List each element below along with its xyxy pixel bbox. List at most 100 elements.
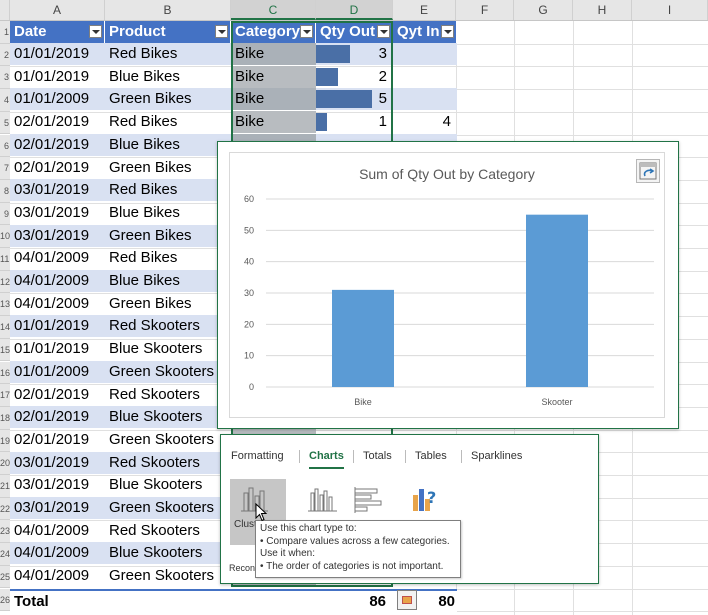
cell-product[interactable]: Blue Bikes (105, 134, 231, 156)
cell-product[interactable]: Green Bikes (105, 157, 231, 179)
row-header[interactable]: 16 (0, 361, 10, 385)
cell-product[interactable]: Green Skooters (105, 497, 231, 519)
row-header[interactable]: 11 (0, 248, 10, 271)
row-header[interactable]: 22 (0, 497, 10, 521)
cell-date[interactable]: 03/01/2019 (10, 474, 105, 496)
cell-category[interactable]: Bike (231, 88, 316, 111)
cell-date[interactable]: 02/01/2019 (10, 429, 105, 451)
row-header[interactable]: 20 (0, 452, 10, 475)
cell-date[interactable]: 04/01/2009 (10, 293, 105, 315)
column-header-f[interactable]: F (456, 0, 514, 20)
row-header[interactable]: 7 (0, 157, 10, 180)
cell-product[interactable]: Red Skooters (105, 315, 231, 337)
recommended-charts-label[interactable]: Recon (229, 563, 255, 573)
header-product[interactable]: Product (105, 21, 231, 43)
tab-formatting[interactable]: Formatting (231, 445, 284, 467)
tab-sparklines[interactable]: Sparklines (471, 445, 522, 467)
total-label[interactable]: Total (10, 591, 105, 613)
filter-dropdown-icon[interactable] (300, 25, 313, 38)
row-header[interactable]: 8 (0, 179, 10, 203)
cell-qty-out[interactable]: 1 (316, 111, 393, 133)
cell-product[interactable]: Blue Skooters (105, 474, 231, 496)
cell-product[interactable]: Green Skooters (105, 429, 231, 451)
cell-product[interactable]: Blue Skooters (105, 338, 231, 360)
tab-charts[interactable]: Charts (309, 445, 344, 469)
column-header-a[interactable]: A (10, 0, 105, 20)
row-header[interactable]: 1 (0, 21, 10, 44)
cell-category[interactable]: Bike (231, 43, 316, 65)
cell-product[interactable]: Green Bikes (105, 293, 231, 315)
cell-date[interactable]: 01/01/2019 (10, 338, 105, 360)
cell-product[interactable]: Red Skooters (105, 520, 231, 542)
row-header[interactable]: 14 (0, 316, 10, 339)
cell-qty-out[interactable]: 3 (316, 43, 393, 65)
cell-product[interactable]: Red Bikes (105, 111, 231, 133)
cell-product[interactable]: Red Bikes (105, 247, 231, 269)
header-category[interactable]: Category (231, 21, 316, 43)
row-header[interactable]: 5 (0, 111, 10, 135)
cell-qty-in[interactable] (393, 43, 457, 65)
cell-product[interactable]: Red Skooters (105, 452, 231, 474)
header-qty-out[interactable]: Qty Out (316, 21, 393, 43)
cell-product[interactable]: Blue Bikes (105, 270, 231, 292)
cell-date[interactable]: 02/01/2019 (10, 406, 105, 428)
cell-date[interactable]: 03/01/2019 (10, 179, 105, 201)
cell-qty-in[interactable]: 4 (393, 111, 457, 133)
cell-date[interactable]: 02/01/2019 (10, 384, 105, 406)
cell-date[interactable]: 01/01/2009 (10, 361, 105, 383)
column-header-d[interactable]: D (316, 0, 393, 20)
column-header-i[interactable]: I (632, 0, 708, 20)
cell-category[interactable]: Bike (231, 65, 316, 88)
filter-dropdown-icon[interactable] (441, 25, 454, 38)
cell-product[interactable]: Green Skooters (105, 361, 231, 383)
header-date[interactable]: Date (10, 21, 105, 43)
column-header-e[interactable]: E (393, 0, 456, 20)
row-header[interactable]: 21 (0, 475, 10, 498)
cell-product[interactable]: Blue Skooters (105, 406, 231, 428)
header-qty-in[interactable]: Qyt In (393, 21, 457, 43)
row-header[interactable]: 9 (0, 202, 10, 226)
cell-date[interactable]: 04/01/2009 (10, 270, 105, 292)
select-all-corner[interactable] (0, 0, 10, 20)
cell-date[interactable]: 04/01/2009 (10, 247, 105, 269)
row-header[interactable]: 23 (0, 520, 10, 544)
row-header[interactable]: 10 (0, 225, 10, 248)
cell-date[interactable]: 02/01/2019 (10, 157, 105, 179)
filter-dropdown-icon[interactable] (89, 25, 102, 38)
cell-date[interactable]: 02/01/2019 (10, 134, 105, 156)
row-header[interactable]: 18 (0, 406, 10, 430)
row-header[interactable]: 13 (0, 293, 10, 317)
column-header-b[interactable]: B (105, 0, 231, 20)
cell-product[interactable]: Blue Bikes (105, 66, 231, 88)
total-qty-out[interactable]: 86 (316, 591, 392, 613)
row-header[interactable]: 12 (0, 270, 10, 294)
cell-date[interactable]: 03/01/2019 (10, 452, 105, 474)
cell-date[interactable]: 04/01/2009 (10, 542, 105, 564)
row-header[interactable]: 2 (0, 43, 10, 67)
row-header[interactable]: 19 (0, 429, 10, 453)
cell-product[interactable]: Blue Bikes (105, 202, 231, 224)
cell-date[interactable]: 01/01/2019 (10, 43, 105, 65)
cell-date[interactable]: 01/01/2019 (10, 315, 105, 337)
column-header-c[interactable]: C (231, 0, 316, 20)
filter-dropdown-icon[interactable] (215, 25, 228, 38)
tab-totals[interactable]: Totals (363, 445, 392, 467)
column-header-g[interactable]: G (514, 0, 573, 20)
row-header[interactable]: 24 (0, 543, 10, 566)
cell-category[interactable]: Bike (231, 111, 316, 134)
row-header[interactable]: 26 (0, 588, 10, 612)
cell-product[interactable]: Blue Skooters (105, 542, 231, 564)
cell-product[interactable]: Red Bikes (105, 43, 231, 65)
column-header-h[interactable]: H (573, 0, 632, 20)
tab-tables[interactable]: Tables (415, 445, 447, 467)
row-header[interactable]: 3 (0, 66, 10, 90)
cell-product[interactable]: Green Bikes (105, 225, 231, 247)
row-header[interactable]: 15 (0, 338, 10, 362)
filter-dropdown-icon[interactable] (377, 25, 390, 38)
cell-date[interactable]: 04/01/2009 (10, 520, 105, 542)
cell-product[interactable]: Red Skooters (105, 384, 231, 406)
cell-date[interactable]: 02/01/2019 (10, 111, 105, 133)
row-header[interactable]: 4 (0, 89, 10, 112)
row-header[interactable]: 25 (0, 565, 10, 589)
cell-qty-out[interactable]: 2 (316, 66, 393, 88)
